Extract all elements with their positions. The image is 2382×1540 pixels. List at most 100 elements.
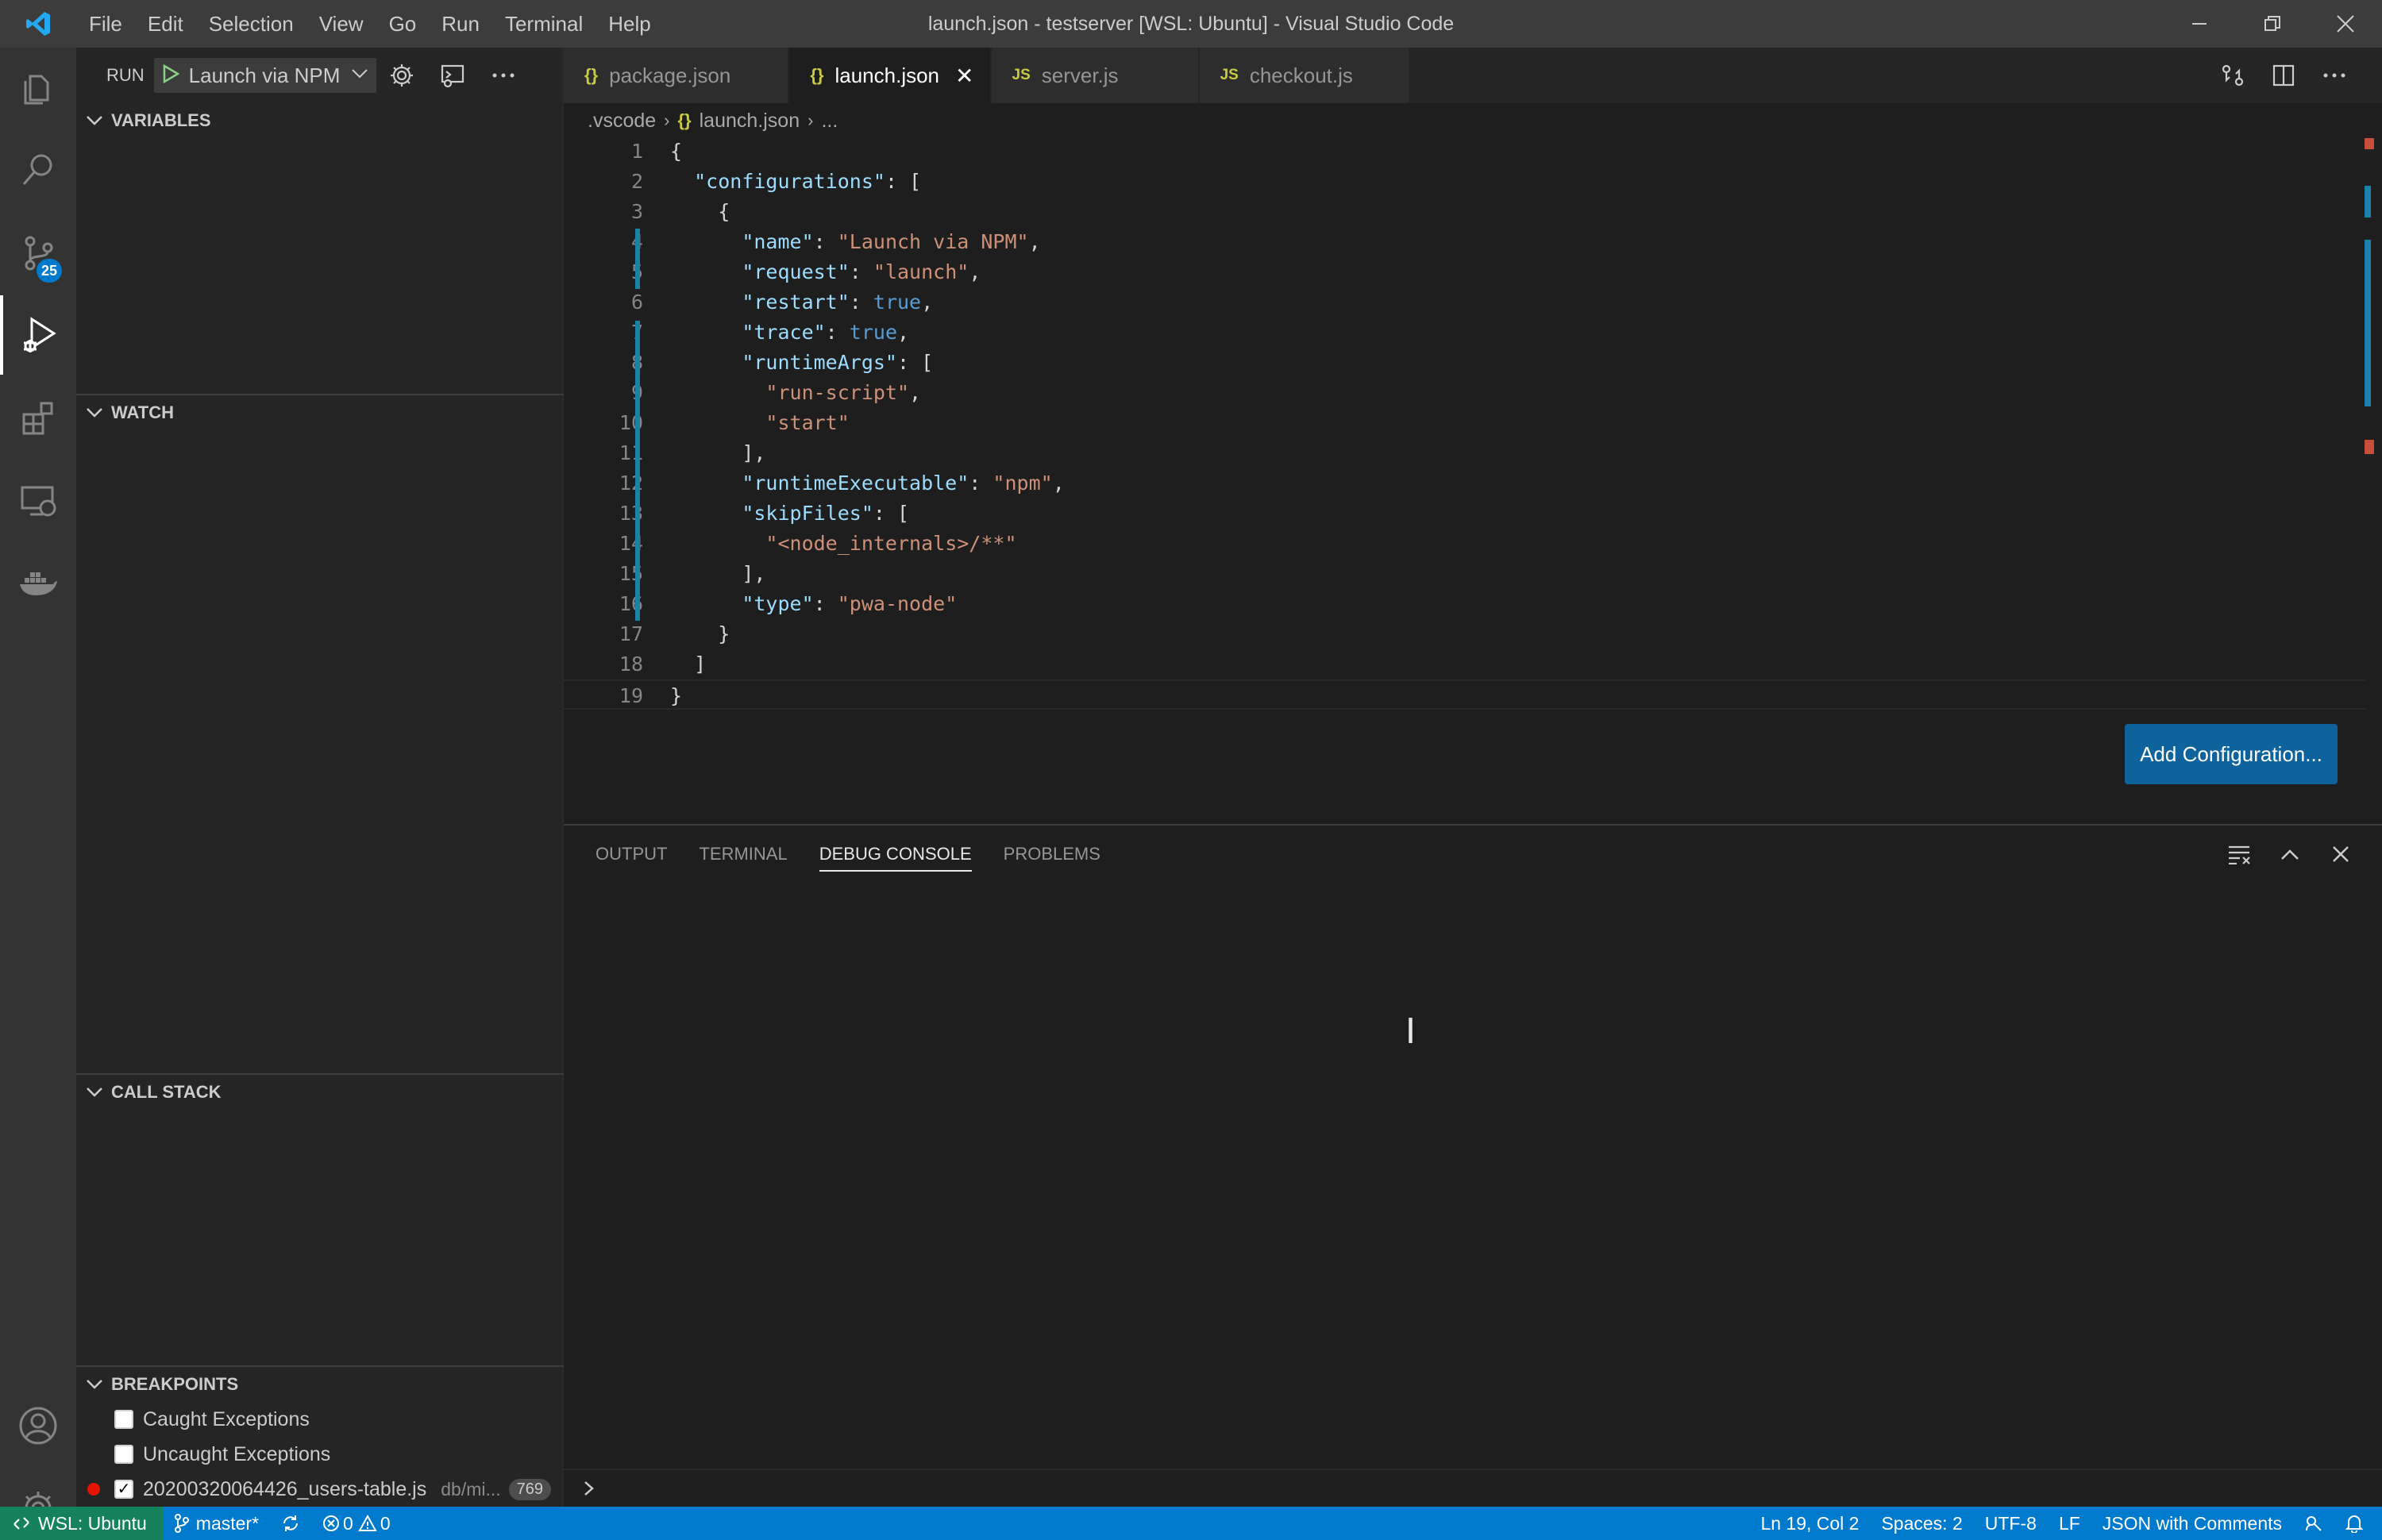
run-debug-icon[interactable] bbox=[0, 295, 76, 375]
clear-console-icon[interactable] bbox=[2214, 826, 2264, 883]
watch-section-header[interactable]: WATCH bbox=[76, 395, 564, 430]
tab-problems[interactable]: PROBLEMS bbox=[1004, 826, 1100, 883]
close-panel-icon[interactable] bbox=[2315, 826, 2366, 883]
code-line[interactable]: 16 "type": "pwa-node" bbox=[564, 589, 2366, 619]
code-text: ], bbox=[742, 562, 766, 585]
menu-edit[interactable]: Edit bbox=[135, 0, 196, 48]
more-actions-icon[interactable] bbox=[2309, 48, 2360, 103]
notifications-bell-icon[interactable] bbox=[2334, 1507, 2374, 1540]
uncaught-exceptions-checkbox[interactable] bbox=[114, 1445, 133, 1464]
code-line[interactable]: 8 "runtimeArgs": [ bbox=[564, 348, 2366, 378]
add-configuration-button[interactable]: Add Configuration... bbox=[2125, 724, 2338, 784]
restore-button[interactable] bbox=[2236, 0, 2309, 48]
code-line[interactable]: 4 "name": "Launch via NPM", bbox=[564, 227, 2366, 257]
split-editor-icon[interactable] bbox=[2258, 48, 2309, 103]
search-icon[interactable] bbox=[0, 130, 76, 210]
breadcrumb-folder[interactable]: .vscode bbox=[588, 110, 656, 133]
close-tab-icon[interactable]: ✕ bbox=[955, 63, 973, 89]
branch-indicator[interactable]: master* bbox=[163, 1507, 270, 1540]
code-line[interactable]: 3 { bbox=[564, 197, 2366, 227]
breakpoint-row-caught[interactable]: Caught Exceptions bbox=[76, 1402, 564, 1437]
code-line[interactable]: 14 "<node_internals>/**" bbox=[564, 529, 2366, 559]
panel-tabs: OUTPUT TERMINAL DEBUG CONSOLE PROBLEMS bbox=[596, 826, 1132, 883]
code-line[interactable]: 15 ], bbox=[564, 559, 2366, 589]
extensions-icon[interactable] bbox=[0, 378, 76, 457]
vscode-logo-icon bbox=[0, 0, 76, 48]
code-line[interactable]: 2 "configurations": [ bbox=[564, 167, 2366, 197]
breakpoint-row-uncaught[interactable]: Uncaught Exceptions bbox=[76, 1437, 564, 1472]
code-line[interactable]: 11 ], bbox=[564, 438, 2366, 468]
tab-package-json[interactable]: {} package.json bbox=[564, 48, 790, 103]
code-line[interactable]: 19} bbox=[564, 680, 2366, 710]
remote-explorer-icon[interactable] bbox=[0, 460, 76, 540]
docker-icon[interactable] bbox=[0, 543, 76, 622]
code-line[interactable]: 7 "trace": true, bbox=[564, 318, 2366, 348]
caught-exceptions-checkbox[interactable] bbox=[114, 1410, 133, 1429]
maximize-panel-icon[interactable] bbox=[2264, 826, 2315, 883]
start-debug-icon[interactable] bbox=[162, 64, 180, 87]
tab-server-js[interactable]: JS server.js bbox=[991, 48, 1200, 103]
breakpoint-row-file[interactable]: ✓ 20200320064426_users-table.js db/mi...… bbox=[76, 1472, 564, 1507]
menu-selection[interactable]: Selection bbox=[196, 0, 306, 48]
remote-indicator[interactable]: WSL: Ubuntu bbox=[0, 1507, 163, 1540]
language-mode[interactable]: JSON with Comments bbox=[2091, 1507, 2293, 1540]
end-of-line[interactable]: LF bbox=[2048, 1507, 2091, 1540]
menu-run[interactable]: Run bbox=[429, 0, 492, 48]
tab-checkout-js[interactable]: JS checkout.js bbox=[1199, 48, 1410, 103]
breakpoint-dot-icon bbox=[87, 1483, 100, 1496]
error-icon bbox=[323, 1515, 340, 1531]
menu-terminal[interactable]: Terminal bbox=[492, 0, 596, 48]
menu-file[interactable]: File bbox=[76, 0, 135, 48]
problems-indicator[interactable]: 0 0 bbox=[311, 1507, 402, 1540]
title-bar: File Edit Selection View Go Run Terminal… bbox=[0, 0, 2382, 48]
account-icon[interactable] bbox=[0, 1386, 76, 1465]
breakpoint-enabled-checkbox[interactable]: ✓ bbox=[114, 1480, 133, 1499]
source-control-icon[interactable]: 25 bbox=[0, 213, 76, 292]
breakpoint-label: Uncaught Exceptions bbox=[143, 1442, 331, 1465]
call-stack-section-header[interactable]: CALL STACK bbox=[76, 1075, 564, 1110]
code-line[interactable]: 18 ] bbox=[564, 649, 2366, 680]
more-actions-icon[interactable] bbox=[478, 52, 529, 99]
breadcrumb-file[interactable]: launch.json bbox=[700, 110, 800, 133]
code-line[interactable]: 5 "request": "launch", bbox=[564, 257, 2366, 287]
minimize-button[interactable] bbox=[2163, 0, 2236, 48]
line-number: 1 bbox=[630, 140, 643, 163]
open-changes-icon[interactable] bbox=[2207, 48, 2258, 103]
feedback-icon[interactable] bbox=[2293, 1507, 2334, 1540]
menu-help[interactable]: Help bbox=[596, 0, 663, 48]
open-launch-json-gear-icon[interactable] bbox=[376, 52, 427, 99]
tab-launch-json[interactable]: {} launch.json ✕ bbox=[789, 48, 992, 103]
tab-debug-console[interactable]: DEBUG CONSOLE bbox=[819, 826, 972, 883]
code-line[interactable]: 13 "skipFiles": [ bbox=[564, 499, 2366, 529]
remote-label: WSL: Ubuntu bbox=[38, 1512, 147, 1534]
debug-console-icon[interactable] bbox=[427, 52, 478, 99]
variables-section-header[interactable]: VARIABLES bbox=[76, 103, 564, 138]
line-number: 19 bbox=[619, 684, 643, 707]
code-text: "request": "launch", bbox=[742, 260, 981, 283]
text-cursor-icon: I bbox=[1405, 1011, 1416, 1052]
indentation[interactable]: Spaces: 2 bbox=[1870, 1507, 1973, 1540]
code-line[interactable]: 12 "runtimeExecutable": "npm", bbox=[564, 468, 2366, 499]
menu-go[interactable]: Go bbox=[376, 0, 430, 48]
explorer-icon[interactable] bbox=[0, 48, 76, 127]
sync-icon[interactable] bbox=[270, 1507, 311, 1540]
close-window-button[interactable] bbox=[2309, 0, 2382, 48]
tab-terminal[interactable]: TERMINAL bbox=[699, 826, 787, 883]
tab-output[interactable]: OUTPUT bbox=[596, 826, 667, 883]
breadcrumb-more[interactable]: ... bbox=[821, 110, 838, 133]
code-line[interactable]: 10 "start" bbox=[564, 408, 2366, 438]
encoding[interactable]: UTF-8 bbox=[1974, 1507, 2048, 1540]
code-editor[interactable]: 1{2 "configurations": [3 {4 "name": "Lau… bbox=[564, 137, 2382, 824]
tab-label: launch.json bbox=[834, 63, 940, 87]
menu-view[interactable]: View bbox=[306, 0, 376, 48]
code-text: "start" bbox=[765, 411, 850, 434]
code-line[interactable]: 6 "restart": true, bbox=[564, 287, 2366, 318]
debug-console-input[interactable] bbox=[564, 1469, 2382, 1507]
code-line[interactable]: 1{ bbox=[564, 137, 2366, 167]
chevron-down-icon bbox=[87, 116, 102, 125]
cursor-position[interactable]: Ln 19, Col 2 bbox=[1749, 1507, 1870, 1540]
debug-config-select[interactable]: Launch via NPM bbox=[153, 58, 377, 93]
breakpoints-section-header[interactable]: BREAKPOINTS bbox=[76, 1367, 564, 1402]
code-line[interactable]: 17 } bbox=[564, 619, 2366, 649]
code-line[interactable]: 9 "run-script", bbox=[564, 378, 2366, 408]
